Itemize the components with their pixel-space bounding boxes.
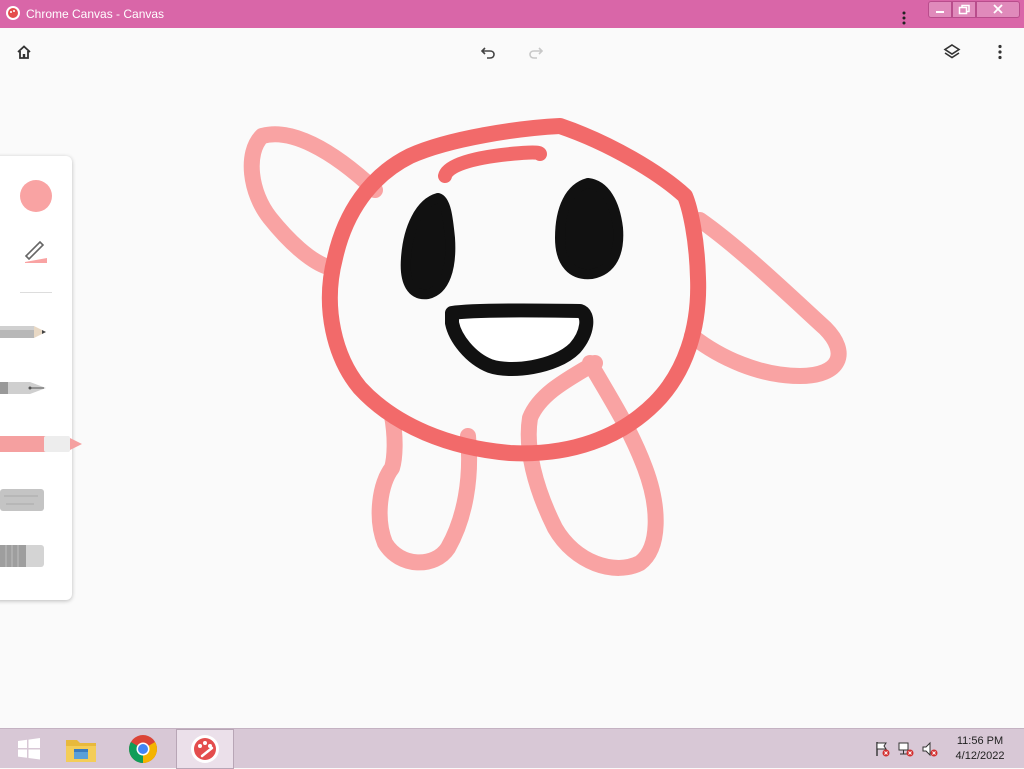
stroke-size-button[interactable] — [0, 232, 72, 272]
chalk-tool[interactable] — [0, 480, 72, 520]
close-icon — [993, 4, 1003, 14]
stroke-right-leg — [520, 355, 664, 576]
marker-tool[interactable] — [0, 424, 90, 464]
undo-button[interactable] — [474, 38, 502, 66]
stroke-head-top — [438, 145, 547, 183]
eraser-icon — [0, 545, 44, 567]
system-clock[interactable]: 11:56 PM 4/12/2022 — [946, 734, 1014, 764]
color-swatch-icon — [20, 180, 52, 212]
start-button[interactable] — [0, 729, 58, 769]
canvas-app — [0, 28, 1024, 728]
restore-icon — [958, 4, 970, 15]
tool-panel — [0, 156, 82, 600]
close-button[interactable] — [976, 1, 1020, 18]
undo-icon — [480, 47, 495, 59]
flag-alert-icon[interactable] — [874, 741, 890, 757]
chrome-canvas-icon — [6, 6, 20, 20]
more-vert-icon — [998, 44, 1002, 60]
marker-icon — [0, 436, 82, 452]
network-icon[interactable] — [898, 741, 914, 757]
restore-button[interactable] — [952, 1, 976, 18]
stroke-right-ear — [684, 212, 847, 384]
pen-tool[interactable] — [0, 368, 72, 408]
taskbar: 11:56 PM 4/12/2022 — [0, 728, 1024, 769]
layers-button[interactable] — [938, 38, 966, 66]
color-picker-button[interactable] — [0, 176, 72, 216]
pencil-tool[interactable] — [0, 312, 72, 352]
home-button[interactable] — [10, 38, 38, 66]
more-options-button[interactable] — [986, 38, 1014, 66]
clock-date: 4/12/2022 — [955, 750, 1005, 762]
redo-icon — [529, 47, 544, 59]
chrome-icon — [129, 735, 157, 763]
file-explorer-icon — [66, 740, 96, 762]
chalk-icon — [0, 489, 44, 511]
chrome-taskbar-button[interactable] — [114, 729, 172, 769]
stroke-size-icon — [24, 240, 47, 263]
canvas-taskbar-button[interactable] — [176, 729, 234, 769]
tool-divider — [20, 292, 52, 293]
windows-start-icon — [18, 738, 40, 760]
stroke-body — [321, 118, 707, 462]
layers-icon — [943, 44, 961, 59]
speaker-muted-icon[interactable] — [922, 741, 938, 757]
drawing-canvas[interactable] — [0, 28, 1024, 728]
home-icon — [17, 45, 31, 59]
clock-time: 11:56 PM — [956, 735, 1004, 747]
stroke-mouth — [445, 303, 594, 376]
minimize-button[interactable] — [928, 1, 952, 18]
pencil-icon — [0, 326, 46, 338]
redo-button[interactable] — [522, 38, 550, 66]
minimize-icon — [936, 11, 944, 13]
eraser-tool[interactable] — [0, 536, 72, 576]
pen-icon — [0, 382, 46, 394]
canvas-app-icon — [191, 735, 219, 763]
file-explorer-button[interactable] — [52, 729, 110, 769]
window-title: Chrome Canvas - Canvas — [26, 7, 165, 21]
stroke-left-eye — [400, 193, 456, 300]
vertical-dots-icon — [902, 11, 906, 25]
window-title-bar: Chrome Canvas - Canvas — [0, 0, 1024, 28]
stroke-right-eye — [555, 178, 624, 280]
